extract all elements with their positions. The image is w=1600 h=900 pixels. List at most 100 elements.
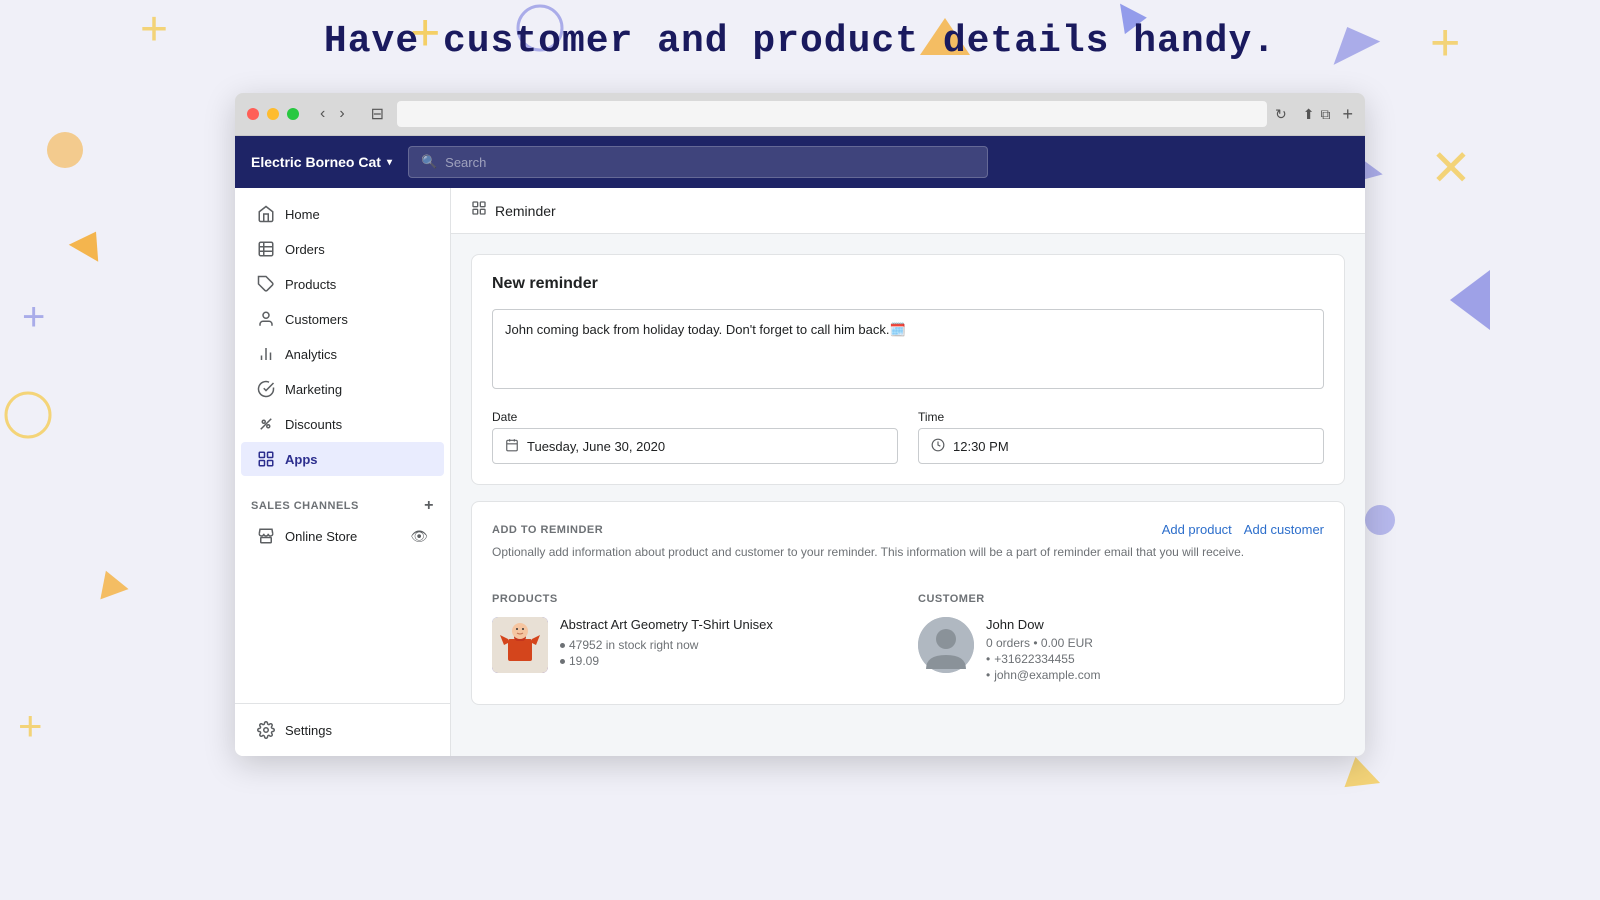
- sidebar-customers-label: Customers: [285, 312, 348, 327]
- analytics-icon: [257, 345, 275, 363]
- sidebar-item-products[interactable]: Products: [241, 267, 444, 301]
- product-price: 19.09: [560, 654, 898, 668]
- content-area: Reminder New reminder John coming back f…: [451, 188, 1365, 756]
- time-label: Time: [918, 410, 1324, 424]
- online-store-label: Online Store: [285, 529, 357, 544]
- sidebar-item-apps[interactable]: Apps: [241, 442, 444, 476]
- clock-icon: [931, 438, 945, 455]
- browser-forward-button[interactable]: ›: [334, 103, 349, 125]
- add-reminder-actions: Add product Add customer: [1162, 522, 1324, 537]
- store-name[interactable]: Electric Borneo Cat ▾: [251, 154, 392, 170]
- discounts-icon: [257, 415, 275, 433]
- browser-address-bar[interactable]: [397, 101, 1267, 127]
- add-customer-button[interactable]: Add customer: [1244, 522, 1324, 537]
- add-to-reminder-card: ADD TO REMINDER Add product Add customer…: [471, 501, 1345, 705]
- product-item: Abstract Art Geometry T-Shirt Unisex 479…: [492, 617, 898, 673]
- customer-email: • john@example.com: [986, 668, 1324, 682]
- add-reminder-label: ADD TO REMINDER: [492, 524, 603, 536]
- sidebar-analytics-label: Analytics: [285, 347, 337, 362]
- browser-reload-button[interactable]: ↻: [1275, 106, 1287, 123]
- add-product-button[interactable]: Add product: [1162, 522, 1232, 537]
- content-body: New reminder John coming back from holid…: [451, 234, 1365, 756]
- info-grid: PRODUCTS: [492, 593, 1324, 684]
- browser-copy-button[interactable]: ⧉: [1320, 106, 1330, 123]
- online-store-left: Online Store: [257, 527, 357, 545]
- customer-column: CUSTOMER: [918, 593, 1324, 684]
- reminder-textarea[interactable]: John coming back from holiday today. Don…: [492, 309, 1324, 389]
- sidebar-discounts-label: Discounts: [285, 417, 342, 432]
- browser-share-button[interactable]: ⬆: [1303, 106, 1315, 123]
- browser-nav: ‹ ›: [315, 103, 350, 125]
- time-input[interactable]: 12:30 PM: [918, 428, 1324, 464]
- page-headline: Have customer and product details handy.: [324, 20, 1276, 63]
- sidebar-item-home[interactable]: Home: [241, 197, 444, 231]
- sales-channels-section: SALES CHANNELS +: [235, 485, 450, 519]
- products-section-title: PRODUCTS: [492, 593, 898, 605]
- time-value: 12:30 PM: [953, 439, 1009, 454]
- product-info: Abstract Art Geometry T-Shirt Unisex 479…: [560, 617, 898, 670]
- browser-new-tab-button[interactable]: +: [1342, 104, 1353, 125]
- content-header-title: Reminder: [495, 203, 556, 219]
- browser-back-button[interactable]: ‹: [315, 103, 330, 125]
- search-bar[interactable]: 🔍 Search: [408, 146, 988, 178]
- browser-dot-green[interactable]: [287, 108, 299, 120]
- sidebar-item-marketing[interactable]: Marketing: [241, 372, 444, 406]
- settings-icon: [257, 721, 275, 739]
- add-reminder-section: ADD TO REMINDER Add product Add customer…: [492, 522, 1324, 593]
- customer-section-title: CUSTOMER: [918, 593, 1324, 605]
- sidebar: Home Orders Products: [235, 188, 451, 756]
- content-header-icon: [471, 200, 487, 221]
- sidebar-item-settings[interactable]: Settings: [241, 713, 444, 747]
- bullet-icon: [560, 659, 565, 664]
- product-thumbnail: [492, 617, 548, 673]
- product-stock: 47952 in stock right now: [560, 638, 898, 652]
- browser-dot-yellow[interactable]: [267, 108, 279, 120]
- sidebar-products-label: Products: [285, 277, 336, 292]
- customer-orders: 0 orders • 0.00 EUR: [986, 636, 1324, 650]
- app-topbar: Electric Borneo Cat ▾ 🔍 Search: [235, 136, 1365, 188]
- customer-name: John Dow: [986, 617, 1324, 632]
- sidebar-bottom: Settings: [235, 703, 450, 756]
- chevron-down-icon: ▾: [387, 157, 392, 168]
- sidebar-item-analytics[interactable]: Analytics: [241, 337, 444, 371]
- sidebar-settings-label: Settings: [285, 723, 332, 738]
- customer-info: John Dow 0 orders • 0.00 EUR • +31622334…: [986, 617, 1324, 684]
- time-field-group: Time 12:30 PM: [918, 410, 1324, 464]
- marketing-icon: [257, 380, 275, 398]
- browser-action-buttons: ⬆ ⧉: [1303, 106, 1331, 123]
- app-body: Home Orders Products: [235, 188, 1365, 756]
- browser-dot-red[interactable]: [247, 108, 259, 120]
- date-label: Date: [492, 410, 898, 424]
- customers-icon: [257, 310, 275, 328]
- sidebar-home-label: Home: [285, 207, 320, 222]
- app-container: Electric Borneo Cat ▾ 🔍 Search: [235, 136, 1365, 756]
- customer-phone: • +31622334455: [986, 652, 1324, 666]
- add-sales-channel-button[interactable]: +: [424, 497, 434, 515]
- sidebar-item-customers[interactable]: Customers: [241, 302, 444, 336]
- date-time-row: Date Tuesday, June 30, 2020: [492, 410, 1324, 464]
- date-input[interactable]: Tuesday, June 30, 2020: [492, 428, 898, 464]
- home-icon: [257, 205, 275, 223]
- sidebar-item-online-store[interactable]: Online Store 👁: [241, 520, 444, 552]
- online-store-icon: [257, 527, 275, 545]
- products-column: PRODUCTS: [492, 593, 898, 684]
- search-placeholder: Search: [445, 155, 486, 170]
- browser-grid-button[interactable]: ⊟: [366, 102, 389, 126]
- sidebar-item-orders[interactable]: Orders: [241, 232, 444, 266]
- date-field-group: Date Tuesday, June 30, 2020: [492, 410, 898, 464]
- product-name: Abstract Art Geometry T-Shirt Unisex: [560, 617, 898, 632]
- apps-icon: [257, 450, 275, 468]
- sidebar-item-discounts[interactable]: Discounts: [241, 407, 444, 441]
- date-value: Tuesday, June 30, 2020: [527, 439, 665, 454]
- reminder-card: New reminder John coming back from holid…: [471, 254, 1345, 485]
- products-icon: [257, 275, 275, 293]
- sidebar-orders-label: Orders: [285, 242, 325, 257]
- browser-toolbar: ‹ › ⊟ ↻ ⬆ ⧉ +: [235, 93, 1365, 136]
- add-reminder-header: ADD TO REMINDER Add product Add customer: [492, 522, 1324, 537]
- eye-icon[interactable]: 👁: [410, 528, 428, 545]
- sidebar-nav: Home Orders Products: [235, 188, 450, 485]
- add-reminder-description: Optionally add information about product…: [492, 543, 1324, 561]
- customer-avatar: [918, 617, 974, 673]
- sidebar-apps-label: Apps: [285, 452, 318, 467]
- browser-window: ‹ › ⊟ ↻ ⬆ ⧉ + Electric Borneo Cat ▾ 🔍: [235, 93, 1365, 756]
